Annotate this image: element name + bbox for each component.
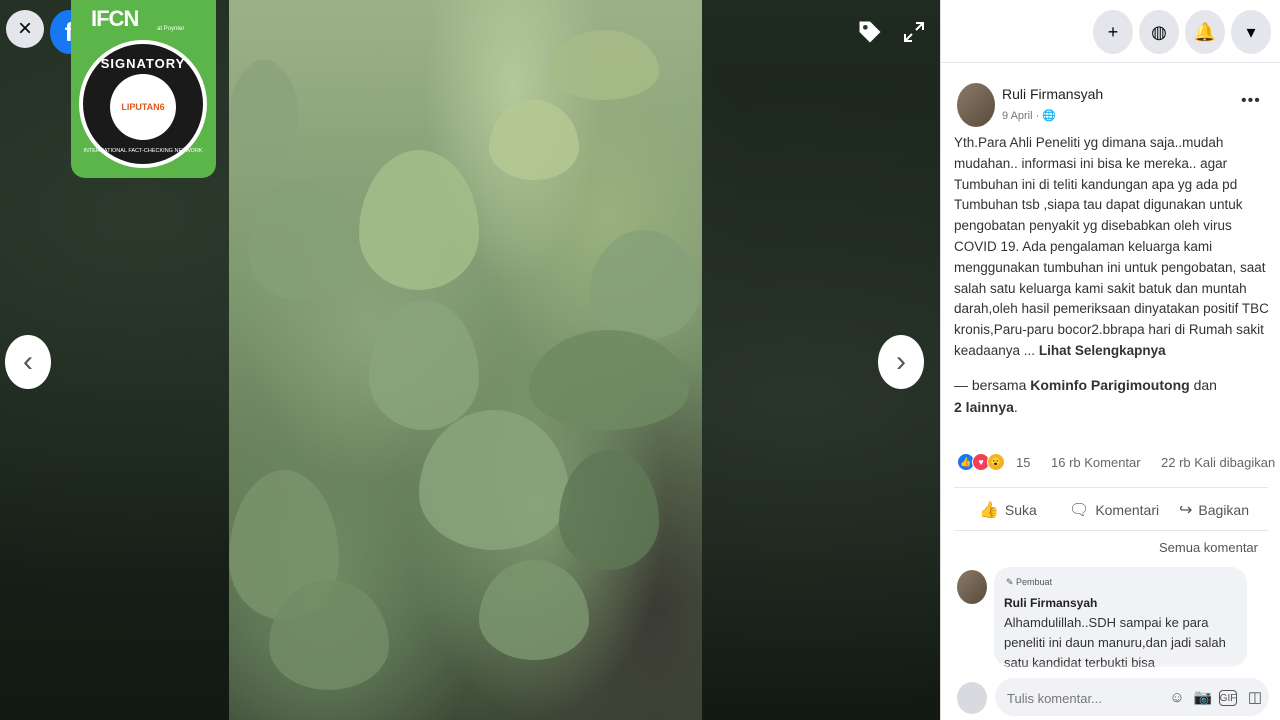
- share-label: Bagikan: [1198, 502, 1249, 518]
- previous-photo-button[interactable]: ‹: [5, 335, 51, 389]
- expand-icon: [904, 22, 924, 42]
- comment-icon: 🗨: [1069, 502, 1090, 519]
- post-panel: + ◍ 🔔 ▾ Ruli Firmansyah 9 April · 🌐 ••• …: [940, 0, 1280, 720]
- ifcn-logo: IFCN: [91, 6, 139, 31]
- tagged-others-link[interactable]: 2 lainnya: [954, 399, 1014, 415]
- create-button[interactable]: +: [1093, 10, 1133, 54]
- author-avatar[interactable]: [957, 83, 995, 127]
- comment-bubble: ✎ Pembuat Ruli Firmansyah Alhamdulillah.…: [994, 567, 1247, 667]
- plus-icon: +: [1107, 21, 1119, 42]
- comment-filter-dropdown[interactable]: Semua komentar: [1159, 540, 1258, 555]
- leaf-shape: [249, 180, 349, 300]
- emoji-icon[interactable]: ☺: [1167, 687, 1187, 707]
- close-button[interactable]: ×: [6, 10, 44, 48]
- account-menu-button[interactable]: ▾: [1231, 10, 1271, 54]
- comment-count[interactable]: 16 rb Komentar: [1051, 455, 1141, 470]
- sticker-icon[interactable]: ◫: [1245, 687, 1265, 707]
- chevron-left-icon: ‹: [23, 345, 33, 378]
- leaf-shape: [549, 30, 659, 100]
- next-photo-button[interactable]: ›: [878, 335, 924, 389]
- chevron-right-icon: ›: [896, 345, 906, 378]
- thumbs-up-icon: 👍: [979, 502, 999, 519]
- see-more-link[interactable]: Lihat Selengkapnya: [1039, 343, 1166, 358]
- leaf-shape: [589, 230, 699, 340]
- post-author[interactable]: Ruli Firmansyah: [1002, 86, 1103, 102]
- share-button[interactable]: ↪ Bagikan: [1179, 498, 1249, 522]
- commenter-avatar[interactable]: [957, 570, 987, 604]
- ifcn-network: INTERNATIONAL FACT-CHECKING NETWORK: [83, 148, 203, 154]
- divider: [954, 530, 1268, 531]
- leaf-shape: [489, 100, 579, 180]
- post-body: Yth.Para Ahli Peneliti yg dimana saja..m…: [954, 133, 1274, 362]
- photo-leaves[interactable]: [229, 0, 702, 720]
- wow-reaction-icon: 😮: [987, 453, 1005, 471]
- ifcn-badge: IFCN at Poynter SIGNATORY LIPUTAN6 INTER…: [71, 0, 216, 178]
- leaf-shape: [529, 330, 689, 430]
- with-end: .: [1013, 399, 1018, 415]
- camera-icon[interactable]: 📷: [1193, 687, 1213, 707]
- current-user-avatar: [957, 682, 987, 714]
- with-and: dan: [1193, 377, 1217, 393]
- ifcn-signatory: SIGNATORY: [100, 56, 186, 71]
- tagged-page-link[interactable]: Kominfo Parigimoutong: [1030, 377, 1189, 393]
- messenger-icon: ◍: [1151, 21, 1167, 42]
- leaf-shape: [359, 150, 479, 290]
- gif-icon[interactable]: GIF: [1219, 690, 1237, 706]
- share-icon: ↪: [1179, 502, 1193, 519]
- comment-composer: ☺ 📷 GIF ◫: [995, 678, 1269, 716]
- comment-button[interactable]: 🗨 Komentari: [1069, 498, 1159, 522]
- reaction-icons[interactable]: 👍 ♥ 😮: [957, 453, 1005, 471]
- top-bar: + ◍ 🔔 ▾: [941, 0, 1280, 63]
- tag-button[interactable]: [852, 14, 888, 50]
- ifcn-partner-logo: LIPUTAN6: [110, 74, 176, 140]
- post-date[interactable]: 9 April · 🌐: [1002, 109, 1056, 122]
- leaf-shape: [229, 60, 299, 160]
- post-text: Yth.Para Ahli Peneliti yg dimana saja..m…: [954, 135, 1269, 358]
- with-prefix: — bersama: [954, 377, 1027, 393]
- divider: [954, 487, 1268, 488]
- author-badge: ✎ Pembuat: [1006, 577, 1053, 587]
- leaf-shape: [419, 410, 569, 550]
- reaction-count[interactable]: 15: [1016, 455, 1030, 470]
- notifications-button[interactable]: 🔔: [1185, 10, 1225, 54]
- share-count[interactable]: 22 rb Kali dibagikan: [1161, 455, 1275, 470]
- leaf-shape: [479, 560, 589, 660]
- comment-text: Alhamdulillah..SDH sampai ke para peneli…: [1004, 615, 1226, 667]
- ifcn-seal: SIGNATORY LIPUTAN6 INTERNATIONAL FACT-CH…: [79, 40, 207, 168]
- messenger-button[interactable]: ◍: [1139, 10, 1179, 54]
- tagged-with: — bersama Kominfo Parigimoutong dan 2 lai…: [954, 374, 1274, 418]
- expand-button[interactable]: [896, 14, 932, 50]
- bell-icon: 🔔: [1193, 21, 1217, 42]
- more-options-button[interactable]: •••: [1241, 92, 1261, 110]
- comment-input[interactable]: [1005, 686, 1159, 710]
- chevron-down-icon: ▾: [1246, 21, 1256, 42]
- comment-label: Komentari: [1095, 502, 1160, 518]
- like-button[interactable]: 👍 Suka: [979, 498, 1037, 522]
- photo-viewer: × f IFCN at Poynter SIGNATORY LIPUTAN6 I…: [0, 0, 940, 720]
- comment-fade: [941, 662, 1280, 678]
- like-label: Suka: [1004, 502, 1037, 518]
- leaf-shape: [559, 450, 659, 570]
- leaf-shape: [369, 300, 479, 430]
- liputan6-logo: LIPUTAN6: [121, 102, 165, 112]
- ifcn-sub: at Poynter: [157, 26, 185, 32]
- comment-author[interactable]: Ruli Firmansyah: [1004, 596, 1097, 610]
- tag-icon: [859, 21, 881, 43]
- close-icon: ×: [17, 15, 32, 42]
